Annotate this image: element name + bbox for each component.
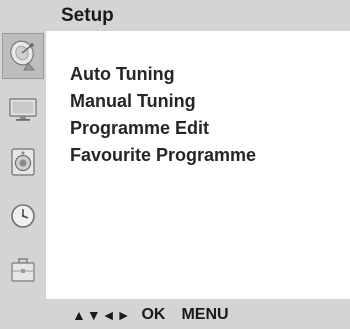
speaker-icon: [10, 147, 36, 177]
ok-key-hint: OK: [141, 306, 166, 323]
satellite-dish-icon: [8, 39, 38, 73]
clock-icon: [9, 202, 37, 230]
sidebar-item-special[interactable]: [2, 247, 44, 293]
menu-item-auto-tuning[interactable]: Auto Tuning: [70, 61, 256, 88]
menu-title: Setup: [61, 5, 114, 26]
menu-key-hint: MENU: [181, 306, 229, 323]
category-sidebar: [0, 31, 46, 299]
navigation-hint: ▲▼◄► OK MENU: [72, 306, 229, 324]
menu-item-favourite-programme[interactable]: Favourite Programme: [70, 142, 256, 169]
briefcase-icon: [10, 256, 36, 284]
menu-item-manual-tuning[interactable]: Manual Tuning: [70, 88, 256, 115]
sidebar-item-picture[interactable]: [2, 86, 44, 132]
setup-menu-list: Auto Tuning Manual Tuning Programme Edit…: [70, 61, 256, 169]
arrow-keys-hint: ▲▼◄►: [72, 307, 132, 323]
menu-panel: Auto Tuning Manual Tuning Programme Edit…: [46, 31, 350, 299]
sidebar-item-time[interactable]: [2, 193, 44, 239]
sidebar-item-setup[interactable]: [2, 33, 44, 79]
menu-item-programme-edit[interactable]: Programme Edit: [70, 115, 256, 142]
sidebar-item-audio[interactable]: [2, 139, 44, 185]
tv-screen-icon: [8, 96, 38, 122]
setup-osd-menu: Setup Auto Tuning Manual Tuning Programm…: [0, 0, 350, 329]
footer-bar: ▲▼◄► OK MENU: [0, 299, 350, 329]
header-bar: Setup: [0, 0, 350, 31]
